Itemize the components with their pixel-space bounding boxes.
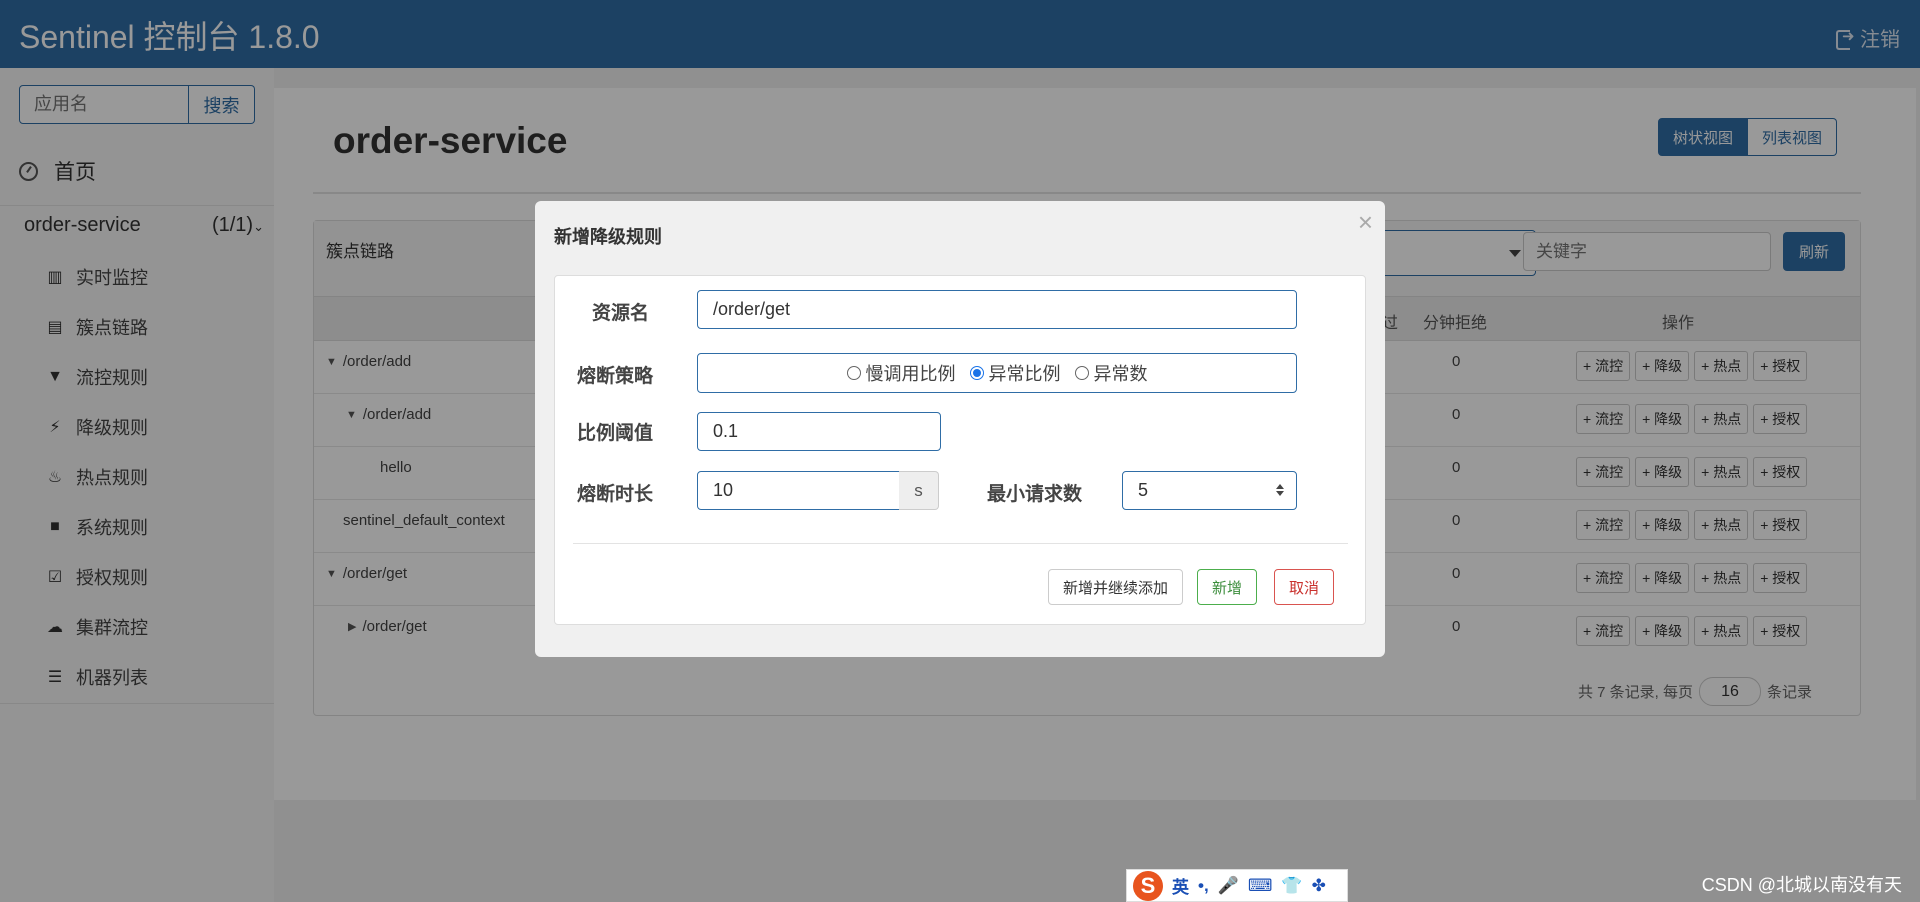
min-request-input[interactable]: 5	[1122, 471, 1297, 510]
strategy-exception-ratio[interactable]: 异常比例	[969, 360, 1061, 386]
radio-checked-icon	[969, 366, 984, 380]
strategy-exception-count[interactable]: 异常数	[1074, 360, 1148, 386]
radio-icon	[846, 366, 861, 380]
degrade-rule-dialog: 新增降级规则 × 资源名 /order/get 熔断策略 慢调用比例 异常比例 …	[535, 201, 1385, 657]
ime-lang-toggle[interactable]: 英	[1172, 873, 1189, 898]
duration-unit: s	[899, 471, 939, 510]
resource-input[interactable]: /order/get	[697, 290, 1297, 329]
strategy-label: 熔断策略	[577, 366, 654, 387]
ratio-label: 比例阈值	[577, 423, 654, 444]
strategy-radio-group: 慢调用比例 异常比例 异常数	[697, 353, 1297, 393]
dialog-title: 新增降级规则	[554, 227, 662, 247]
dialog-body: 资源名 /order/get 熔断策略 慢调用比例 异常比例 异常数 比例阈值 …	[554, 275, 1366, 625]
duration-label: 熔断时长	[577, 484, 654, 505]
mic-icon[interactable]: 🎤	[1218, 876, 1239, 896]
spinner-icon[interactable]	[1276, 484, 1284, 496]
min-request-label: 最小请求数	[987, 484, 1083, 505]
add-and-continue-button[interactable]: 新增并继续添加	[1048, 569, 1184, 605]
watermark: CSDN @北城以南没有天	[1701, 875, 1902, 895]
min-request-value: 5	[1138, 480, 1149, 500]
add-button[interactable]: 新增	[1197, 569, 1258, 605]
ime-punct-toggle[interactable]: •,	[1198, 876, 1209, 896]
dialog-divider	[573, 543, 1348, 544]
resource-label: 资源名	[592, 303, 650, 324]
cancel-button[interactable]: 取消	[1274, 569, 1335, 605]
ratio-input[interactable]: 0.1	[697, 412, 941, 451]
duration-input[interactable]: 10	[697, 471, 900, 510]
sogou-logo-icon[interactable]: S	[1133, 870, 1163, 901]
radio-icon	[1074, 366, 1089, 380]
ime-toolbar: S 英 •, 🎤 ⌨ 👕 ✤	[1126, 869, 1348, 902]
keyboard-icon[interactable]: ⌨	[1248, 876, 1273, 896]
strategy-slow-ratio[interactable]: 慢调用比例	[846, 360, 956, 386]
grid-icon[interactable]: ✤	[1312, 876, 1326, 896]
shirt-icon[interactable]: 👕	[1281, 876, 1302, 896]
close-icon[interactable]: ×	[1358, 207, 1373, 238]
